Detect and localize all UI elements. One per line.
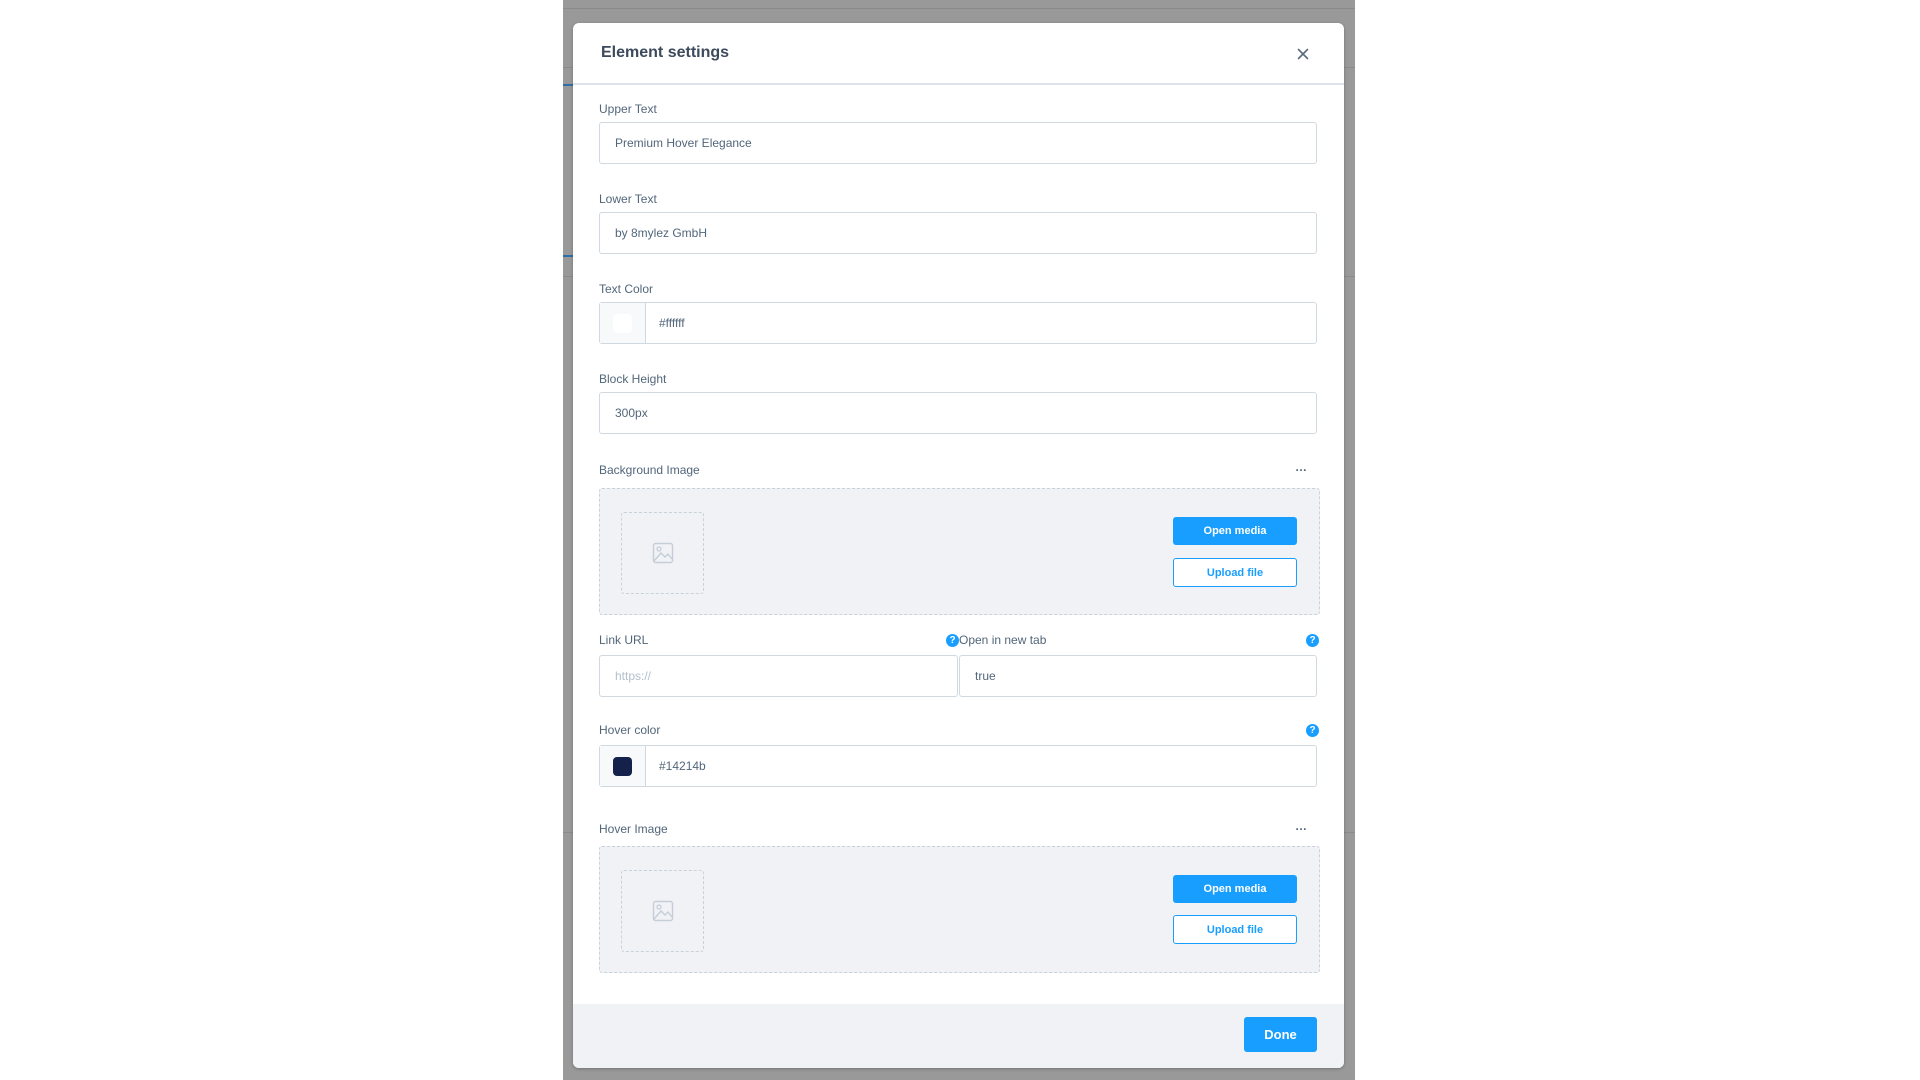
upper-text-input[interactable]: Premium Hover Elegance	[599, 122, 1317, 164]
upper-text-label: Upper Text	[599, 102, 657, 116]
hover-color-swatch	[613, 756, 632, 776]
lower-text-label: Lower Text	[599, 192, 657, 206]
hover-image-label: Hover Image	[599, 822, 668, 836]
modal-header: Element settings	[573, 23, 1344, 85]
image-icon	[652, 542, 673, 564]
help-icon: ?	[1309, 635, 1316, 646]
ellipsis-icon: …	[1295, 819, 1307, 833]
background-image-preview	[621, 512, 704, 594]
hover-image-dropzone[interactable]: Open media Upload file	[599, 846, 1320, 973]
hover-upload-file-button[interactable]: Upload file	[1173, 915, 1297, 944]
background-image-dropzone[interactable]: Open media Upload file	[599, 488, 1320, 615]
hover-color-field[interactable]: #14214b	[599, 745, 1317, 787]
done-button[interactable]: Done	[1244, 1017, 1317, 1052]
element-settings-modal: Element settings Upper Text Premium Hove…	[573, 23, 1344, 1068]
open-new-tab-value: true	[975, 669, 996, 683]
block-height-input[interactable]: 300px	[599, 392, 1317, 434]
image-icon	[652, 900, 673, 922]
block-height-label: Block Height	[599, 372, 667, 386]
text-color-swatch	[613, 313, 632, 333]
link-url-input[interactable]: https://	[599, 655, 958, 697]
close-icon	[1297, 48, 1309, 60]
background-image-label: Background Image	[599, 463, 700, 477]
open-new-tab-label: Open in new tab	[959, 633, 1047, 647]
text-color-swatch-button[interactable]	[600, 303, 646, 343]
lower-text-input[interactable]: by 8mylez GmbH	[599, 212, 1317, 254]
close-button[interactable]	[1291, 42, 1315, 66]
lower-text-value: by 8mylez GmbH	[615, 226, 708, 240]
text-color-value[interactable]: #ffffff	[646, 303, 685, 343]
hover-color-label: Hover color	[599, 723, 661, 737]
background-open-media-button[interactable]: Open media	[1173, 517, 1297, 545]
background-upload-file-button[interactable]: Upload file	[1173, 558, 1297, 587]
link-url-label: Link URL	[599, 633, 649, 647]
text-color-label: Text Color	[599, 282, 654, 296]
hover-color-help-button[interactable]: ?	[1306, 724, 1319, 737]
hover-color-value[interactable]: #14214b	[646, 746, 706, 786]
open-new-tab-help-button[interactable]: ?	[1306, 634, 1319, 647]
ellipsis-icon: …	[1295, 460, 1307, 474]
modal-footer: Done	[573, 1004, 1344, 1068]
upper-text-value: Premium Hover Elegance	[615, 136, 752, 150]
help-icon: ?	[1309, 725, 1316, 736]
hover-image-preview	[621, 870, 704, 952]
modal-title: Element settings	[601, 44, 730, 61]
open-new-tab-select[interactable]: true	[959, 655, 1317, 697]
background-image-menu[interactable]: …	[1295, 460, 1307, 474]
block-height-value: 300px	[615, 406, 648, 420]
text-color-field[interactable]: #ffffff	[599, 302, 1317, 344]
hover-color-swatch-button[interactable]	[600, 746, 646, 786]
hover-image-menu[interactable]: …	[1295, 819, 1307, 833]
help-icon: ?	[949, 635, 956, 646]
background-divider	[563, 8, 1355, 9]
hover-open-media-button[interactable]: Open media	[1173, 875, 1297, 903]
link-url-help-button[interactable]: ?	[946, 634, 959, 647]
link-url-placeholder: https://	[615, 669, 652, 683]
